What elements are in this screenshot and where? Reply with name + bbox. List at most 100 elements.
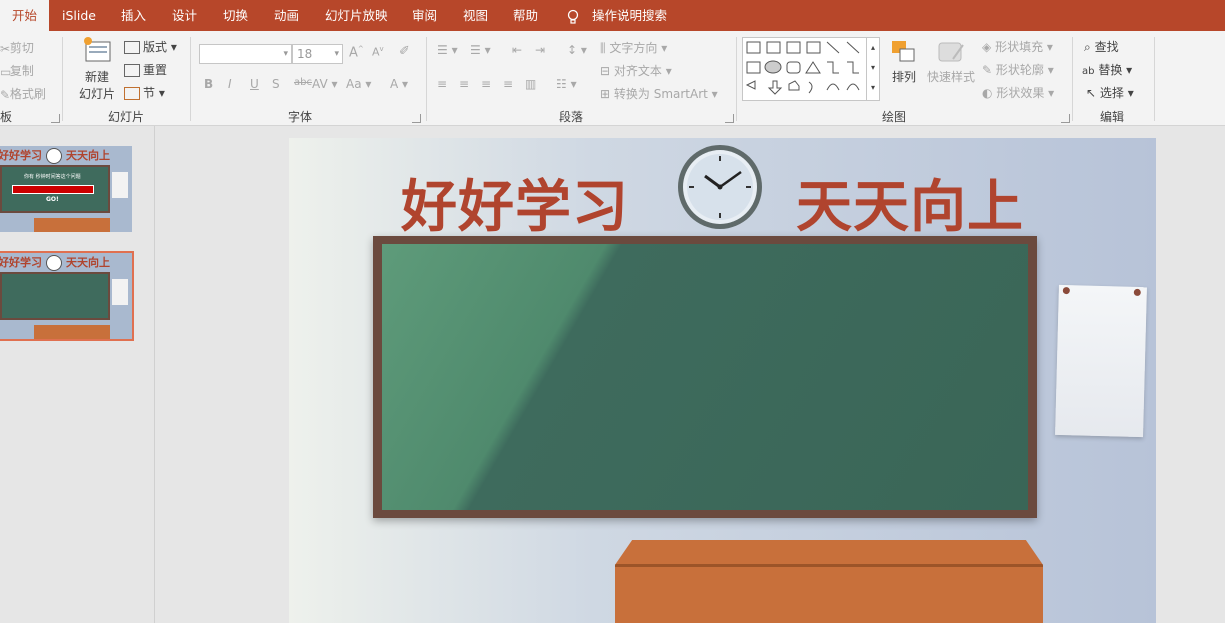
layout-icon xyxy=(124,41,140,54)
clock-icon xyxy=(46,255,62,271)
font-size-combo[interactable]: 18 ▾ xyxy=(292,44,343,64)
columns-button[interactable]: ▥ xyxy=(525,77,536,91)
underline-button[interactable]: U xyxy=(250,77,259,91)
format-painter-label: 格式刷 xyxy=(9,87,46,101)
paragraph-launcher-icon[interactable] xyxy=(725,114,734,123)
effects-icon: ◐ xyxy=(982,86,993,100)
align-center-button[interactable]: ≡ xyxy=(459,77,469,91)
align-text-icon: ⊟ xyxy=(600,64,611,78)
clipboard-group-label: 板 xyxy=(0,110,13,124)
align-right-button[interactable]: ≡ xyxy=(481,77,491,91)
pin-icon xyxy=(1062,286,1070,295)
font-family-combo[interactable]: ▾ xyxy=(199,44,292,64)
gallery-scroll[interactable]: ▴ ▾ ▾ xyxy=(866,38,879,100)
thumb-board xyxy=(0,272,110,320)
scissors-icon: ✂ xyxy=(0,41,11,56)
tab-view[interactable]: 视图 xyxy=(463,0,488,31)
thumb-paper xyxy=(112,279,128,305)
clipboard-launcher-icon[interactable] xyxy=(51,114,60,123)
group-separator xyxy=(736,37,737,121)
find-button[interactable]: ⌕ 查找 xyxy=(1084,38,1119,55)
new-slide-button[interactable]: 新建 幻灯片 xyxy=(73,35,121,102)
numbering-button[interactable]: ☰ ▾ xyxy=(470,43,491,57)
layout-button[interactable]: 版式 ▾ xyxy=(124,38,177,55)
section-icon xyxy=(124,87,140,100)
select-button[interactable]: ↖ 选择 ▾ xyxy=(1086,84,1134,101)
shape-outline-label: 形状轮廓 xyxy=(995,63,1044,77)
tab-review[interactable]: 审阅 xyxy=(412,0,437,31)
text-direction-button[interactable]: ⫼ 文字方向 ▾ xyxy=(600,39,667,56)
grow-font-button[interactable]: A^ xyxy=(349,45,364,60)
increase-indent-button[interactable]: ⇥ xyxy=(535,43,545,57)
tab-transitions[interactable]: 切换 xyxy=(223,0,248,31)
strikethrough-button[interactable]: abc xyxy=(294,77,312,88)
thumb-go: GO! xyxy=(46,196,59,203)
paragraph-align-button[interactable]: ☷ ▾ xyxy=(556,77,577,91)
quick-styles-button[interactable]: 快速样式 xyxy=(926,39,976,85)
slide-thumbnail-1[interactable]: 好好学习 天天向上 你有 秒钟时间答这个问题 GO! xyxy=(0,146,132,232)
tab-home[interactable]: 开始 xyxy=(0,0,50,31)
ribbon-tab-bar: 开始 iSlide 插入 设计 切换 动画 幻灯片放映 审阅 视图 帮助 操作说… xyxy=(0,0,1225,31)
char-spacing-button[interactable]: AV ▾ xyxy=(312,77,338,91)
shape-fill-button[interactable]: ◈ 形状填充 ▾ xyxy=(982,38,1053,55)
arrange-label: 排列 xyxy=(891,70,916,84)
tab-animations[interactable]: 动画 xyxy=(274,0,299,31)
tab-islide[interactable]: iSlide xyxy=(62,0,96,31)
tab-insert[interactable]: 插入 xyxy=(121,0,146,31)
clear-format-icon[interactable]: ✐ xyxy=(399,44,410,59)
align-left-button[interactable]: ≡ xyxy=(437,77,447,91)
convert-smartart-button[interactable]: ⊞ 转换为 SmartArt ▾ xyxy=(600,85,718,102)
thumb-subtitle: 你有 秒钟时间答这个问题 xyxy=(24,174,81,180)
shape-outline-button[interactable]: ✎ 形状轮廓 ▾ xyxy=(982,61,1054,78)
editing-group-label: 编辑 xyxy=(1100,110,1125,124)
drawing-launcher-icon[interactable] xyxy=(1061,114,1070,123)
align-text-button[interactable]: ⊟ 对齐文本 ▾ xyxy=(600,62,672,79)
decrease-indent-button[interactable]: ⇤ xyxy=(512,43,522,57)
arrange-button[interactable]: 排列 xyxy=(888,39,920,85)
tab-design[interactable]: 设计 xyxy=(172,0,197,31)
slide-title-right: 天天向上 xyxy=(796,175,1024,240)
shadow-button[interactable]: S xyxy=(272,77,280,91)
justify-button[interactable]: ≡ xyxy=(503,77,513,91)
font-launcher-icon[interactable] xyxy=(412,114,421,123)
quick-styles-label: 快速样式 xyxy=(926,70,975,84)
layout-label: 版式 xyxy=(143,40,168,54)
reset-button[interactable]: 重置 xyxy=(124,61,167,78)
tell-me-search[interactable]: 操作说明搜索 xyxy=(566,0,667,31)
slide[interactable]: 好好学习 天天向上 xyxy=(289,138,1156,623)
copy-button[interactable]: ▭ 复制 xyxy=(0,62,34,79)
group-separator xyxy=(62,37,63,121)
shrink-font-button[interactable]: Av xyxy=(372,45,384,59)
italic-button[interactable]: I xyxy=(228,77,232,91)
shape-effects-button[interactable]: ◐ 形状效果 ▾ xyxy=(982,84,1054,101)
replace-button[interactable]: ab 替换 ▾ xyxy=(1082,61,1132,78)
format-painter-button[interactable]: ✎ 格式刷 xyxy=(0,85,46,102)
tab-slideshow[interactable]: 幻灯片放映 xyxy=(325,0,388,31)
change-case-button[interactable]: Aa ▾ xyxy=(346,77,371,91)
paint-bucket-icon: ◈ xyxy=(982,40,992,54)
paragraph-group-label: 段落 xyxy=(559,110,584,124)
bold-button[interactable]: B xyxy=(204,77,213,91)
replace-label: 替换 xyxy=(1098,63,1123,77)
cut-button[interactable]: ✂ 剪切 xyxy=(0,39,34,56)
new-slide-icon xyxy=(84,37,111,62)
line-spacing-button[interactable]: ↕ ▾ xyxy=(567,43,587,57)
slides-group-label: 幻灯片 xyxy=(108,110,145,124)
paintbrush-icon: ✎ xyxy=(0,87,11,102)
section-label: 节 xyxy=(143,86,156,100)
arrange-icon xyxy=(892,41,915,62)
bullets-button[interactable]: ☰ ▾ xyxy=(437,43,458,57)
chalkboard-frame xyxy=(373,236,1037,518)
thumb-desk xyxy=(34,325,110,339)
cursor-icon: ↖ xyxy=(1086,86,1097,100)
tab-help[interactable]: 帮助 xyxy=(513,0,538,31)
section-button[interactable]: 节 ▾ xyxy=(124,84,165,101)
new-slide-label-2: 幻灯片 xyxy=(78,87,115,101)
thumb-desk xyxy=(34,218,110,232)
select-label: 选择 xyxy=(1099,86,1124,100)
font-color-button[interactable]: A ▾ xyxy=(390,77,408,91)
slide-thumbnail-2[interactable]: 好好学习 天天向上 xyxy=(0,251,134,341)
shape-gallery[interactable]: ▴ ▾ ▾ xyxy=(742,37,880,101)
clock-icon xyxy=(678,145,762,229)
drawing-group-label: 绘图 xyxy=(882,110,907,124)
